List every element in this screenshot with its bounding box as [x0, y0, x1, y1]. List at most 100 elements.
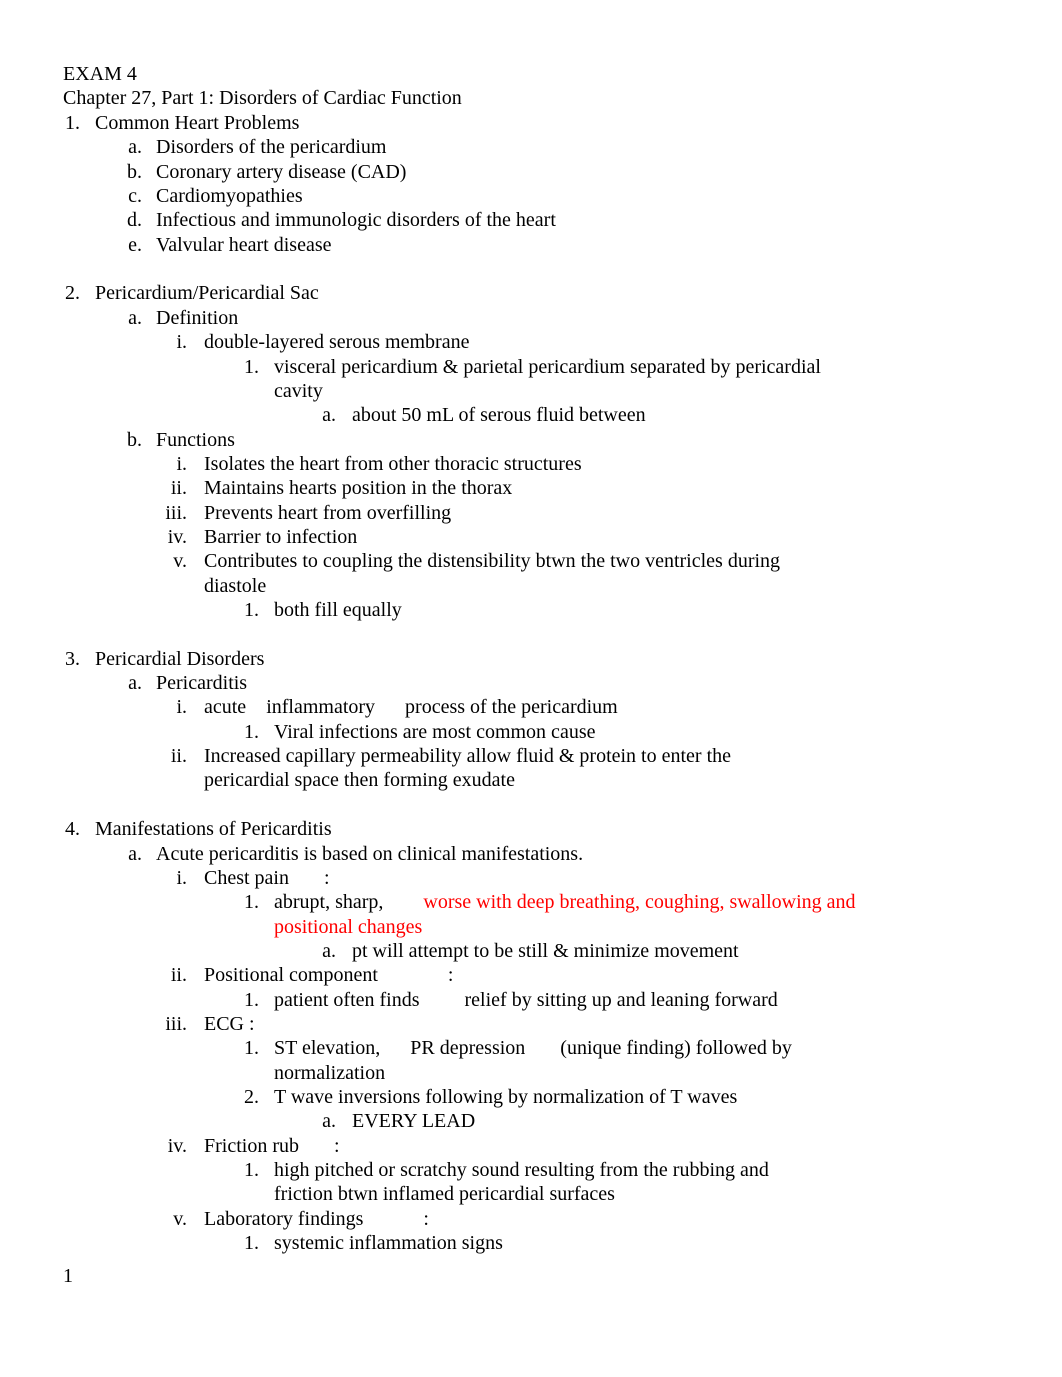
list-item-text: Infectious and immunologic disorders of … — [156, 208, 556, 232]
document-title: EXAM 4 — [63, 63, 137, 85]
list-marker: d. — [127, 209, 142, 232]
list-marker: c. — [128, 185, 142, 208]
list-item-text: Manifestations of Pericarditis — [95, 817, 332, 841]
list-marker: 1. — [244, 720, 259, 743]
list-item-text: abrupt, sharp, worse with deep breathing… — [274, 890, 856, 914]
list-item-text: Positional component : — [204, 963, 453, 987]
list-marker: a. — [322, 939, 336, 962]
list-marker: a. — [128, 136, 142, 159]
list-item-text: Chest pain : — [204, 866, 330, 890]
list-item-text: Pericarditis — [156, 671, 247, 695]
list-item-text: Maintains hearts position in the thorax — [204, 476, 512, 500]
list-marker: i. — [176, 331, 187, 354]
list-item-text: acute inflammatory process of the perica… — [204, 695, 618, 719]
list-marker: iii. — [165, 1012, 187, 1035]
item-text: T wave inversions following by normaliza… — [274, 1086, 738, 1108]
list-marker: i. — [176, 866, 187, 889]
list-item-text: systemic inflammation signs — [274, 1231, 503, 1255]
list-item-text: Valvular heart disease — [156, 233, 331, 257]
item-text: acute inflammatory process of the perica… — [204, 696, 618, 719]
highlighted-text: positional changes — [274, 915, 423, 938]
list-marker: 1. — [244, 1159, 259, 1182]
list-item-text: Increased capillary permeability allow f… — [204, 744, 731, 768]
list-marker: 2. — [65, 282, 80, 305]
item-text: Maintains hearts position in the thorax — [204, 477, 513, 500]
list-marker: b. — [127, 428, 142, 451]
list-item-text: Cardiomyopathies — [156, 184, 303, 208]
item-text: Contributes to coupling the distensibili… — [204, 550, 781, 573]
item-text: Acute pericarditis is based on clinical … — [156, 842, 584, 865]
list-marker: e. — [128, 233, 142, 256]
item-text: patient often finds relief by sitting up… — [274, 988, 778, 1011]
item-text: ST elevation, PR depression (unique find… — [274, 1037, 792, 1060]
list-item-text: Laboratory findings : — [204, 1207, 429, 1231]
list-marker: 1. — [244, 599, 259, 621]
list-marker: 1. — [244, 1037, 259, 1060]
list-item-text: EVERY LEAD — [352, 1109, 475, 1133]
list-item-text: T wave inversions following by normaliza… — [274, 1085, 737, 1109]
item-text: systemic inflammation signs — [274, 1232, 503, 1255]
item-text: pericardial space then forming exudate — [204, 769, 515, 792]
page-number: 1 — [63, 1265, 73, 1287]
list-item-text: Friction rub : — [204, 1134, 340, 1158]
item-text: both fill equally — [274, 599, 402, 621]
item-text: Common Heart Problems — [95, 112, 300, 134]
list-marker: iii. — [165, 501, 187, 524]
item-text: Viral infections are most common cause — [274, 720, 596, 743]
list-item-text: normalization — [274, 1061, 385, 1085]
list-marker: a. — [128, 672, 142, 695]
list-item-text: Disorders of the pericardium — [156, 135, 386, 159]
list-marker: 1. — [244, 891, 259, 914]
item-text: EVERY LEAD — [352, 1110, 476, 1133]
document-page: EXAM 4 Chapter 27, Part 1: Disorders of … — [0, 0, 1062, 1377]
item-text: Valvular heart disease — [156, 233, 332, 256]
list-item-text: double-layered serous membrane — [204, 330, 469, 354]
list-item-text: positional changes — [274, 915, 422, 939]
item-text: Friction rub : — [204, 1134, 340, 1157]
list-item-text: Definition — [156, 306, 238, 330]
list-item-text: Prevents heart from overfilling — [204, 501, 451, 525]
item-text: Pericardium/Pericardial Sac — [95, 282, 319, 305]
list-marker: 3. — [65, 647, 80, 670]
item-text: Positional component : — [204, 964, 454, 987]
list-item-text: ECG : — [204, 1012, 255, 1036]
list-item-text: Pericardial Disorders — [95, 647, 264, 671]
item-text: Isolates the heart from other thoracic s… — [204, 452, 582, 475]
item-text: friction btwn inflamed pericardial surfa… — [274, 1183, 615, 1206]
item-text: Functions — [156, 428, 235, 451]
item-text: abrupt, sharp, — [274, 891, 424, 914]
list-marker: iv. — [167, 1134, 187, 1157]
item-text: Coronary artery disease (CAD) — [156, 160, 407, 183]
list-marker: iv. — [167, 525, 187, 548]
list-marker: ii. — [170, 745, 187, 768]
item-text: visceral pericardium & parietal pericard… — [274, 355, 821, 378]
list-item-text: cavity — [274, 379, 323, 403]
list-marker: 1. — [244, 988, 259, 1011]
list-marker: i. — [176, 452, 187, 475]
list-item-text: pericardial space then forming exudate — [204, 768, 515, 792]
list-item-text: about 50 mL of serous fluid between — [352, 403, 646, 427]
item-text: Disorders of the pericardium — [156, 136, 387, 159]
list-item-text: patient often finds relief by sitting up… — [274, 988, 778, 1012]
list-marker: v. — [173, 550, 187, 573]
list-marker: i. — [176, 696, 187, 719]
item-text: Manifestations of Pericarditis — [95, 818, 332, 841]
list-marker: ii. — [170, 477, 187, 500]
list-marker: 2. — [244, 1086, 259, 1108]
list-item-text: pt will attempt to be still & minimize m… — [352, 939, 739, 963]
item-text: Definition — [156, 306, 239, 329]
list-item-text: Contributes to coupling the distensibili… — [204, 549, 780, 573]
item-text: pt will attempt to be still & minimize m… — [352, 939, 739, 962]
item-text: normalization — [274, 1061, 386, 1084]
item-text: Chest pain : — [204, 866, 330, 889]
list-item-text: Acute pericarditis is based on clinical … — [156, 842, 583, 866]
list-item-text: Coronary artery disease (CAD) — [156, 160, 406, 184]
list-marker: ii. — [170, 964, 187, 987]
list-item-text: visceral pericardium & parietal pericard… — [274, 355, 821, 379]
list-marker: b. — [127, 160, 142, 183]
list-marker: 4. — [65, 818, 80, 841]
item-text: high pitched or scratchy sound resulting… — [274, 1159, 769, 1182]
list-item-text: Viral infections are most common cause — [274, 720, 595, 744]
item-text: Pericardial Disorders — [95, 647, 265, 670]
list-item-text: diastole — [204, 574, 266, 598]
